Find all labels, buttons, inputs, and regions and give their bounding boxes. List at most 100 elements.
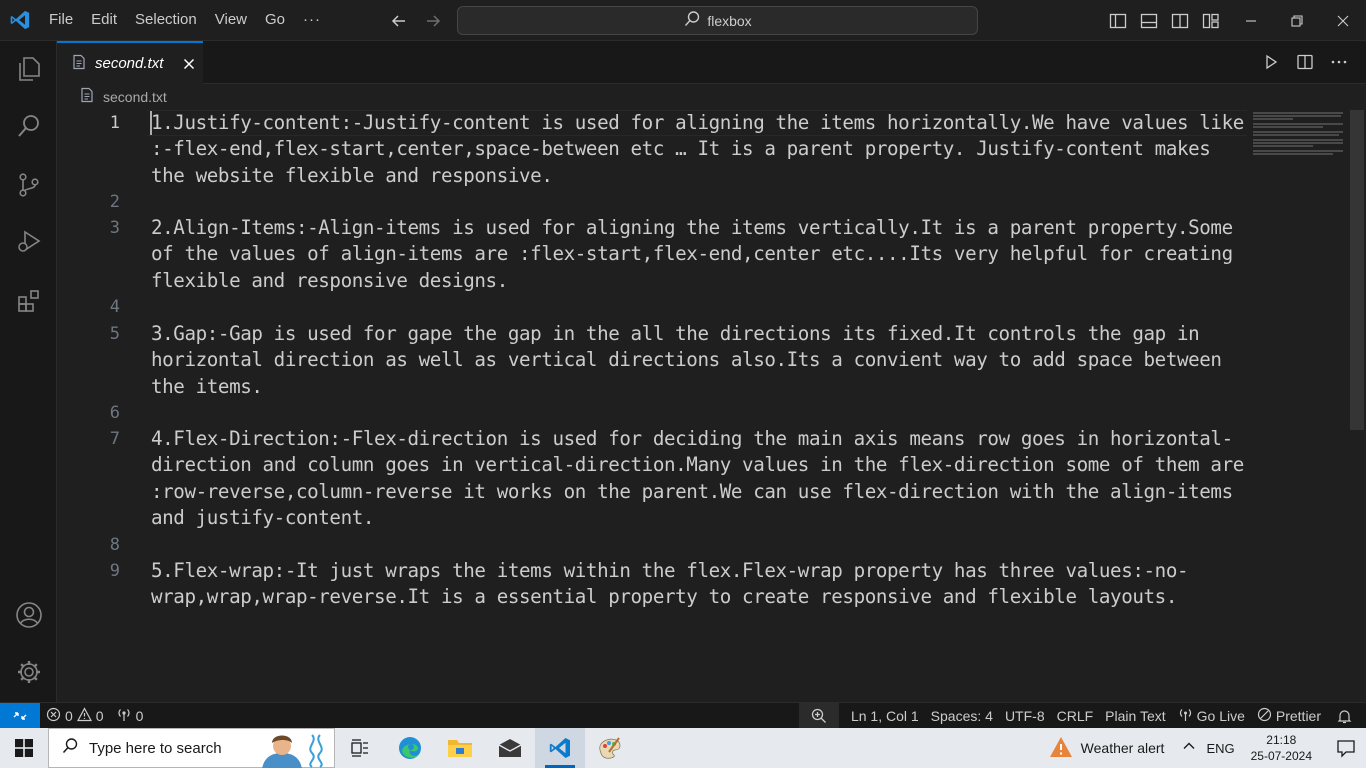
run-icon[interactable]	[1260, 51, 1282, 73]
problems-indicator[interactable]: 0 0	[40, 703, 110, 729]
line-number: 7	[109, 429, 120, 449]
more-actions-icon[interactable]	[1328, 51, 1350, 73]
breadcrumb-file-icon	[79, 87, 95, 107]
tray-chevron-up-icon[interactable]	[1182, 739, 1196, 758]
run-debug-icon[interactable]	[0, 217, 57, 265]
prettier-disabled-icon	[1257, 707, 1272, 725]
go-live-button[interactable]: Go Live	[1172, 703, 1251, 729]
line-number: 4	[109, 297, 120, 317]
clock-time: 21:18	[1266, 733, 1297, 747]
error-icon	[46, 707, 61, 725]
breadcrumb[interactable]: second.txt	[57, 84, 1366, 110]
split-editor-icon[interactable]	[1294, 51, 1316, 73]
minimap-line	[1253, 115, 1341, 117]
code-line: 3.Gap:-Gap is used for gape the gap in t…	[151, 322, 1233, 398]
extensions-icon[interactable]	[0, 277, 57, 325]
line-number: 2	[109, 192, 120, 212]
command-center[interactable]: flexbox	[457, 6, 978, 35]
warning-icon	[76, 706, 92, 725]
tab-second-txt[interactable]: second.txt	[57, 41, 203, 84]
mail-icon[interactable]	[485, 728, 535, 768]
notifications-bell-icon[interactable]	[1327, 703, 1366, 729]
account-icon[interactable]	[0, 591, 57, 639]
menu-selection[interactable]: Selection	[126, 6, 206, 34]
prettier-button[interactable]: Prettier	[1251, 703, 1327, 729]
zoom-icon[interactable]	[798, 703, 839, 729]
code-line: 5.Flex-wrap:-It just wraps the items wit…	[151, 559, 1189, 609]
explorer-icon[interactable]	[0, 45, 57, 93]
input-language[interactable]: ENG	[1196, 741, 1244, 756]
source-control-icon[interactable]	[0, 161, 57, 209]
vscode-logo-icon	[0, 0, 40, 41]
menu-file[interactable]: File	[40, 6, 82, 34]
cursor-position[interactable]: Ln 1, Col 1	[845, 703, 925, 729]
text-editor[interactable]: 1 2 3 4 5 6 7 8 9 1.Justify-content:-Jus…	[57, 110, 1366, 702]
minimap[interactable]	[1253, 110, 1349, 702]
taskbar-search-box[interactable]: Type here to search	[48, 728, 335, 768]
weather-alert-icon	[1049, 736, 1073, 761]
breadcrumb-file: second.txt	[103, 89, 167, 105]
restore-icon[interactable]	[1274, 0, 1320, 41]
manage-gear-icon[interactable]	[0, 648, 57, 696]
minimap-line	[1253, 142, 1343, 144]
vscode-window: File Edit Selection View Go ··· flexbox	[0, 0, 1366, 768]
minimap-line	[1253, 134, 1339, 136]
code-line: 4.Flex-Direction:-Flex-direction is used…	[151, 427, 1256, 530]
edge-browser-icon[interactable]	[385, 728, 435, 768]
status-bar: 0 0 0 Ln 1, Col 1 Spaces: 4 UTF-8 CRLF P…	[0, 702, 1366, 729]
window-controls	[1228, 0, 1366, 41]
paint-app-icon[interactable]	[585, 728, 635, 768]
toggle-panel-icon[interactable]	[1137, 9, 1161, 33]
weather-label: Weather alert	[1080, 740, 1165, 756]
line-number: 8	[109, 535, 120, 555]
vertical-scrollbar[interactable]	[1350, 110, 1364, 430]
tab-close-icon[interactable]	[183, 58, 195, 70]
menu-go[interactable]: Go	[256, 6, 294, 34]
minimap-line	[1253, 123, 1343, 125]
navigation-arrows	[386, 8, 446, 34]
minimap-line	[1253, 126, 1323, 128]
error-count: 0	[65, 707, 73, 724]
forward-arrow-icon[interactable]	[420, 8, 446, 34]
editor-actions	[1260, 51, 1350, 73]
taskbar-search-placeholder: Type here to search	[89, 739, 222, 757]
language-mode[interactable]: Plain Text	[1099, 703, 1171, 729]
minimize-icon[interactable]	[1228, 0, 1274, 41]
encoding[interactable]: UTF-8	[999, 703, 1051, 729]
task-view-icon[interactable]	[335, 728, 385, 768]
minimap-line	[1253, 139, 1343, 141]
minimap-line	[1253, 131, 1343, 133]
end-of-line[interactable]: CRLF	[1051, 703, 1100, 729]
file-explorer-icon[interactable]	[435, 728, 485, 768]
layout-controls	[1106, 9, 1223, 33]
search-sidebar-icon[interactable]	[0, 102, 57, 150]
menu-more[interactable]: ···	[294, 6, 330, 34]
back-arrow-icon[interactable]	[386, 8, 412, 34]
menu-view[interactable]: View	[206, 6, 256, 34]
line-number: 9	[109, 561, 120, 581]
toggle-secondary-sidebar-icon[interactable]	[1168, 9, 1192, 33]
vscode-taskbar-icon[interactable]	[535, 728, 585, 768]
line-number: 3	[109, 218, 120, 238]
ports-indicator[interactable]: 0	[110, 703, 150, 729]
search-icon	[683, 10, 701, 32]
weather-widget[interactable]: Weather alert	[1049, 736, 1183, 761]
menu-edit[interactable]: Edit	[82, 6, 126, 34]
windows-start-icon[interactable]	[0, 728, 48, 768]
clock-date: 25-07-2024	[1250, 749, 1312, 763]
windows-taskbar: Type here to search Weather alert ENG 21…	[0, 728, 1366, 768]
taskbar-clock[interactable]: 21:18 25-07-2024	[1245, 732, 1326, 764]
file-icon	[71, 54, 87, 74]
system-tray: Weather alert ENG 21:18 25-07-2024	[1049, 728, 1366, 768]
code-line: 1.Justify-content:-Justify-content is us…	[151, 111, 1256, 187]
close-window-icon[interactable]	[1320, 0, 1366, 41]
warning-count: 0	[95, 707, 104, 724]
notification-center-icon[interactable]	[1326, 728, 1366, 768]
toggle-primary-sidebar-icon[interactable]	[1106, 9, 1130, 33]
remote-indicator-icon[interactable]	[0, 702, 40, 729]
text-cursor	[150, 111, 152, 135]
activity-bar	[0, 41, 57, 702]
indentation[interactable]: Spaces: 4	[925, 703, 999, 729]
status-bar-right: Ln 1, Col 1 Spaces: 4 UTF-8 CRLF Plain T…	[798, 703, 1366, 729]
customize-layout-icon[interactable]	[1199, 9, 1223, 33]
